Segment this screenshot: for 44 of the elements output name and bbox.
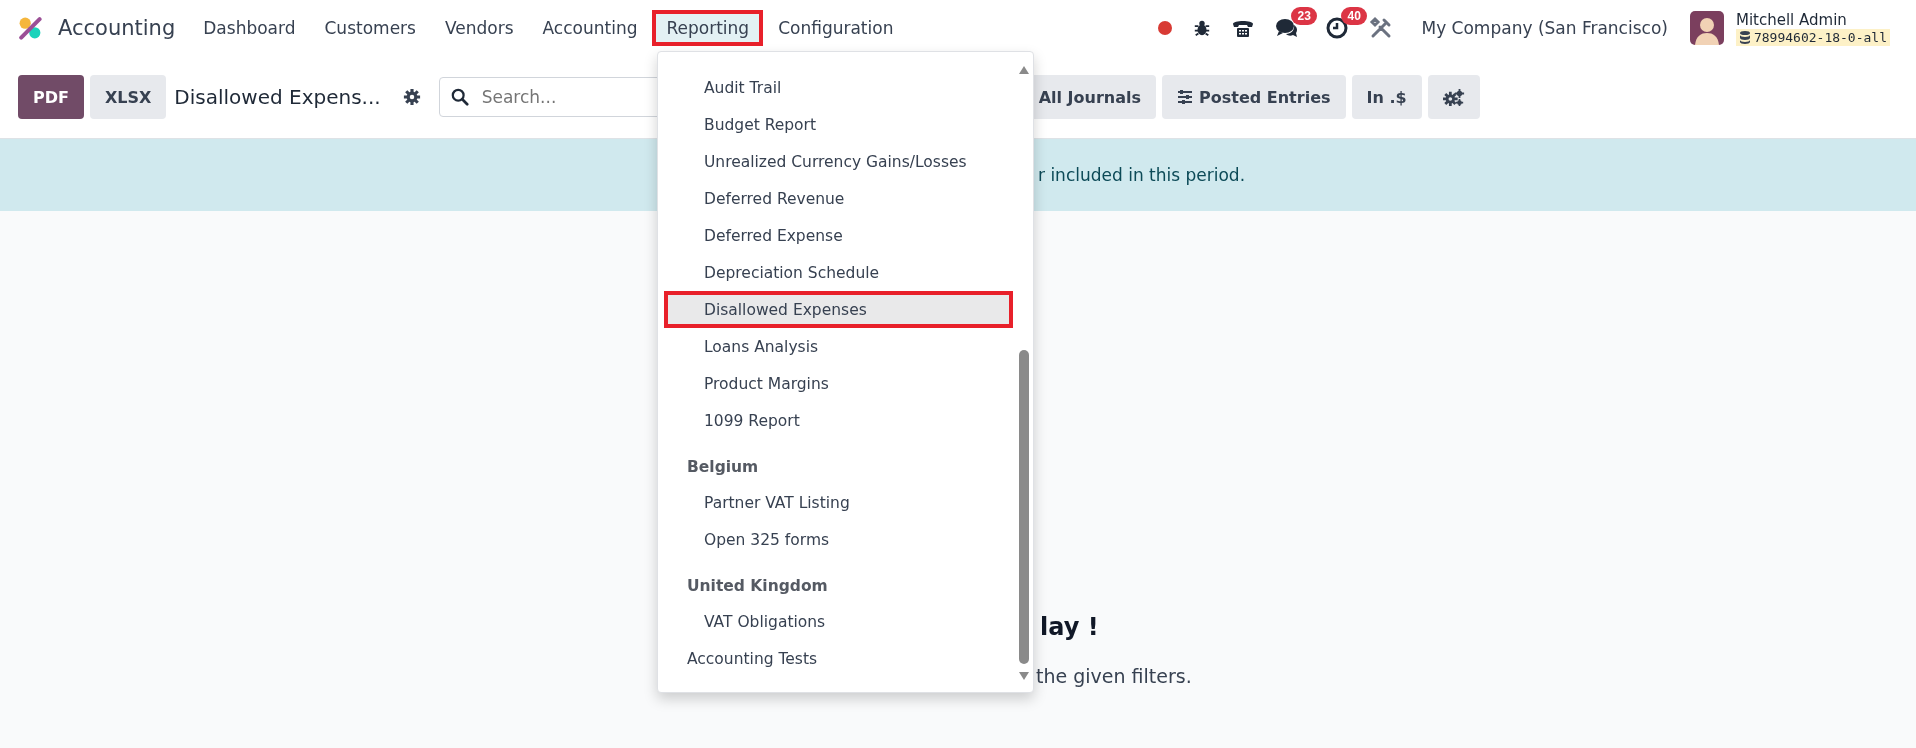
database-label: 78994602-18-0-all xyxy=(1735,28,1890,46)
menu-item[interactable]: 1099 Report xyxy=(664,402,1013,439)
company-switcher[interactable]: My Company (San Francisco) xyxy=(1415,17,1674,39)
menu-item[interactable]: Dashboard xyxy=(189,10,310,46)
menu-item[interactable]: VAT Obligations xyxy=(664,603,1013,640)
menu-item[interactable]: Deferred Expense xyxy=(664,217,1013,254)
database-icon xyxy=(1738,30,1751,44)
menu-item[interactable]: Deferred Revenue xyxy=(664,180,1013,217)
cogs-icon xyxy=(1442,87,1465,107)
report-title: Disallowed Expens... xyxy=(174,85,381,109)
menu-item[interactable]: Open 325 forms xyxy=(664,521,1013,558)
group-header: Belgium xyxy=(686,457,760,478)
app-name: Accounting xyxy=(58,16,176,40)
gear-icon[interactable] xyxy=(402,88,421,106)
menu-item[interactable]: Accounting Tests xyxy=(664,640,1013,677)
logo-icon[interactable] xyxy=(18,16,42,40)
menu-item[interactable]: Partner VAT Listing xyxy=(664,484,1013,521)
avatar-icon[interactable] xyxy=(1689,11,1724,45)
user-name: Mitchell Admin xyxy=(1735,10,1848,29)
export-button[interactable]: PDF xyxy=(18,75,84,119)
menu-item[interactable]: Depreciation Schedule xyxy=(664,254,1013,291)
export-button[interactable]: XLSX xyxy=(89,75,167,119)
menu-item[interactable]: Configuration xyxy=(764,10,908,46)
filter-button[interactable]: In .$ xyxy=(1351,75,1422,119)
empty-title: lay ! xyxy=(1040,613,1099,641)
count-badge: 23 xyxy=(1291,7,1317,25)
filter-button[interactable]: Posted Entries xyxy=(1162,75,1346,119)
menu-item[interactable]: Reporting xyxy=(652,10,764,46)
settings-button[interactable] xyxy=(1427,75,1480,119)
banner-text: r included in this period. xyxy=(1038,165,1246,185)
group-header: United Kingdom xyxy=(686,576,829,597)
menu-item[interactable]: Vendors xyxy=(430,10,528,46)
menu-item[interactable]: Disallowed Expenses xyxy=(664,291,1013,328)
bug-icon[interactable] xyxy=(1193,19,1212,37)
record-icon[interactable] xyxy=(1158,21,1173,35)
menu-item[interactable]: Unrealized Currency Gains/Losses xyxy=(664,143,1013,180)
empty-message: the given filters. xyxy=(1036,665,1192,687)
menu-item[interactable]: Product Margins xyxy=(664,365,1013,402)
chat-icon[interactable] xyxy=(1275,16,1300,40)
menu-item[interactable]: Loans Analysis xyxy=(664,328,1013,365)
menu-item[interactable]: Customers xyxy=(310,10,430,46)
menu-item[interactable]: Accounting xyxy=(528,10,652,46)
sliders-icon xyxy=(1177,89,1193,105)
count-badge: 40 xyxy=(1341,7,1367,25)
